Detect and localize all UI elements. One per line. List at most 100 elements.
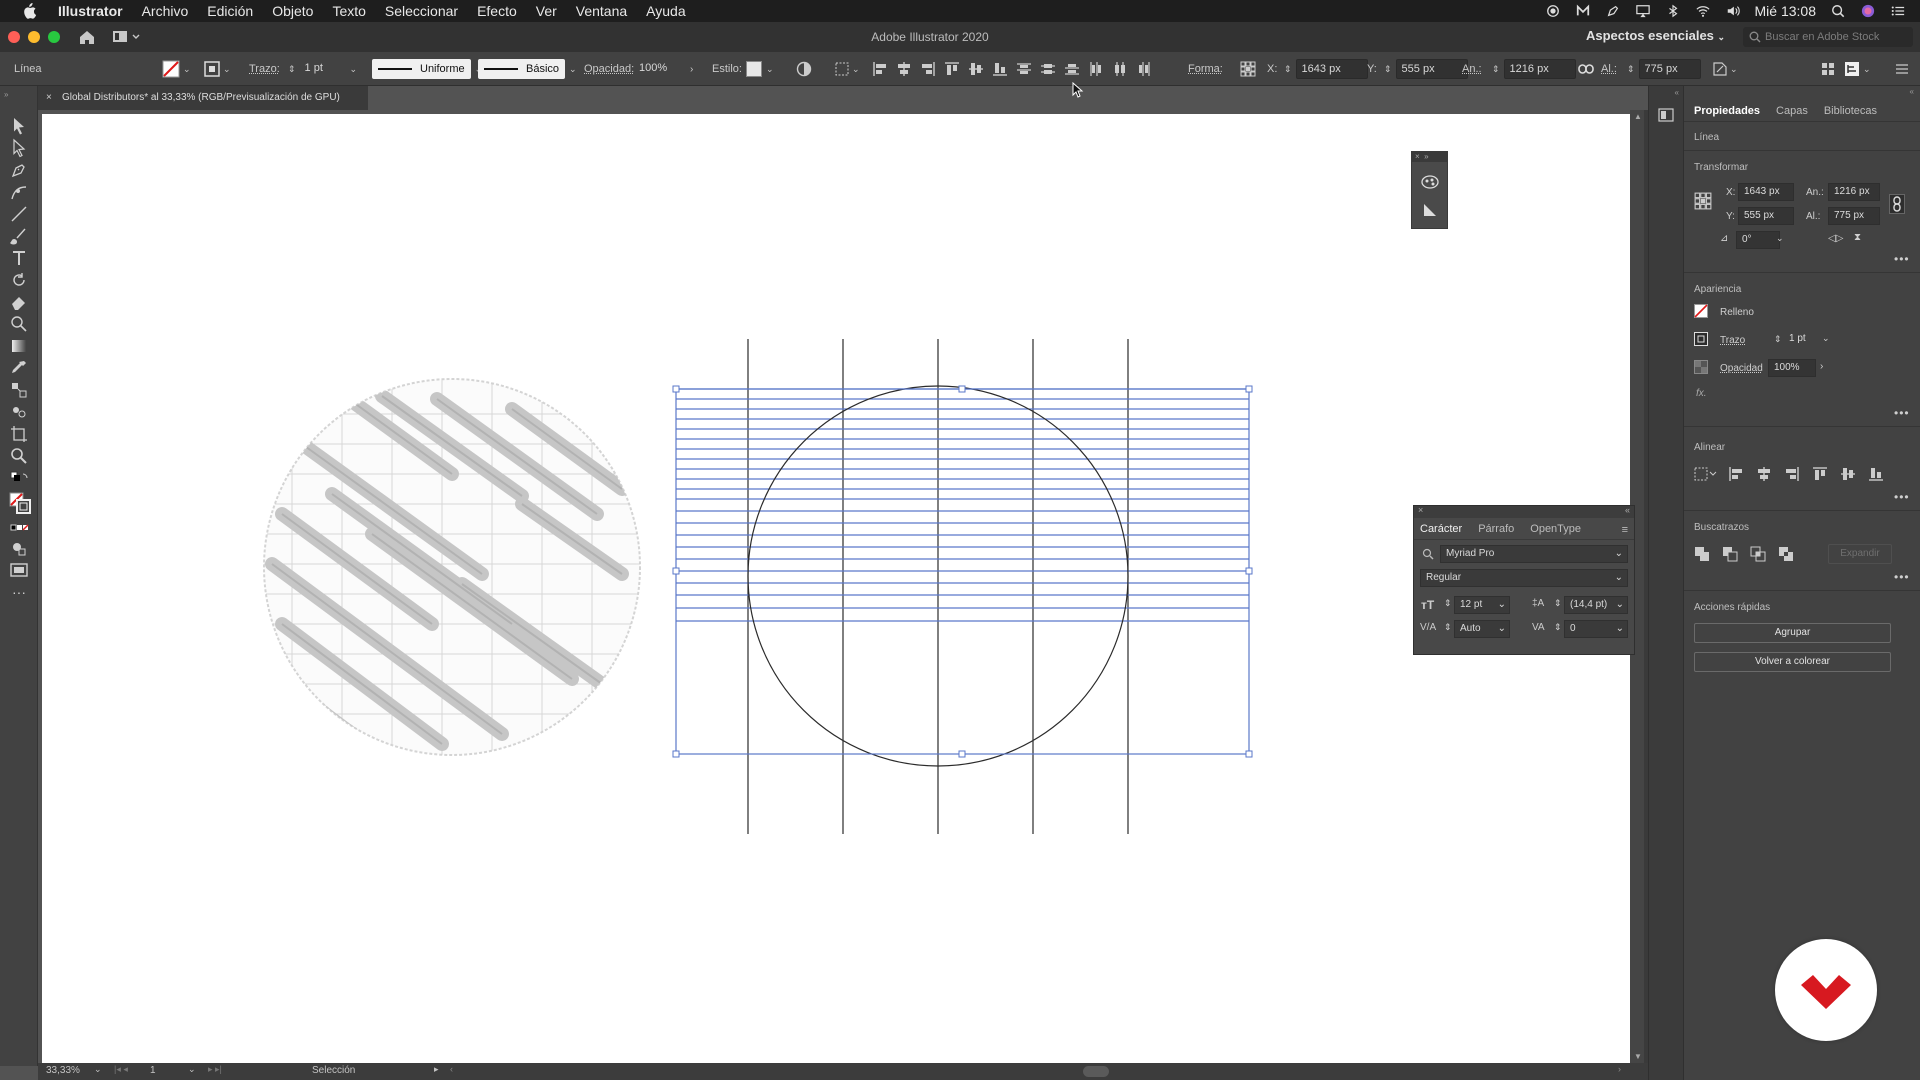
opacity-field[interactable]: 100% <box>634 59 690 79</box>
font-family-dropdown[interactable]: Myriad Pro ⌄ <box>1440 545 1628 563</box>
tab-opentype[interactable]: OpenType <box>1530 523 1581 535</box>
selection-tool[interactable] <box>9 116 29 136</box>
close-panel-icon[interactable]: × » <box>1412 152 1447 162</box>
spotlight-search-icon[interactable] <box>1830 4 1846 18</box>
chevron-down-icon[interactable]: ⌄ <box>569 64 577 75</box>
artboard-next-icon[interactable]: ▸ ▸| <box>208 1064 222 1075</box>
leading-field[interactable]: (14,4 pt) ⌄ <box>1564 596 1628 614</box>
stroke-label[interactable]: Trazo: <box>249 63 280 75</box>
stroke-weight-field[interactable]: 1 pt <box>1784 331 1824 349</box>
chevron-down-icon[interactable]: ⌄ <box>1863 64 1871 75</box>
menubar-clock[interactable]: Mié 13:08 <box>1755 3 1816 19</box>
stroke-swatch-icon[interactable] <box>1694 332 1708 346</box>
blend-tool[interactable] <box>9 380 29 400</box>
menu-ayuda[interactable]: Ayuda <box>646 3 685 19</box>
tracking-stepper-icon[interactable]: ⇕ <box>1554 622 1562 633</box>
menu-ventana[interactable]: Ventana <box>576 3 627 19</box>
artboard-tool[interactable] <box>9 424 29 444</box>
graphic-style-swatch[interactable] <box>746 61 762 77</box>
width-field[interactable]: 1216 px <box>1503 59 1576 79</box>
group-button[interactable]: Agrupar <box>1694 623 1891 643</box>
libraries-panel-icon[interactable] <box>1658 108 1674 122</box>
chevron-right-icon[interactable]: ▸ <box>434 1064 439 1075</box>
direct-selection-tool[interactable] <box>9 138 29 158</box>
tab-propiedades[interactable]: Propiedades <box>1694 105 1760 117</box>
height-field[interactable]: 775 px <box>1638 59 1701 79</box>
align-right-icon[interactable] <box>1784 466 1800 482</box>
horizontal-scroll-thumb[interactable] <box>1083 1066 1109 1077</box>
paintbrush-tool[interactable] <box>9 226 29 246</box>
tab-bibliotecas[interactable]: Bibliotecas <box>1824 105 1877 117</box>
pathfinder-minus-front-icon[interactable] <box>1722 546 1738 562</box>
menu-edicion[interactable]: Edición <box>207 3 253 19</box>
transform-options-icon[interactable] <box>1712 61 1728 77</box>
notification-center-icon[interactable] <box>1890 4 1906 18</box>
opacity-label[interactable]: Opacidad: <box>584 63 634 75</box>
align-right-icon[interactable] <box>920 61 936 77</box>
collapse-panel-icon[interactable]: « <box>1910 87 1914 96</box>
collapse-dock-icon[interactable]: « <box>1675 88 1679 97</box>
y-stepper-icon[interactable]: ⇕ <box>1384 64 1392 75</box>
constrain-proportions-link-icon[interactable] <box>1889 194 1905 214</box>
y-position-field[interactable]: 555 px <box>1395 59 1468 79</box>
scroll-up-icon[interactable]: ▲ <box>1634 112 1642 121</box>
chevron-down-icon[interactable]: ⌄ <box>350 64 358 75</box>
resize-handle-bottom-left[interactable] <box>672 750 680 758</box>
apple-icon[interactable] <box>18 3 40 19</box>
bluetooth-icon[interactable] <box>1665 4 1681 18</box>
chevron-down-icon[interactable]: ⌄ <box>94 1064 102 1075</box>
distribute-horizontal-center-icon[interactable] <box>1112 61 1128 77</box>
shape-builder-tool[interactable] <box>9 314 29 334</box>
select-similar-icon[interactable] <box>1844 61 1860 77</box>
document-tab[interactable]: × Global Distributors* al 33,33% (RGB/Pr… <box>38 86 368 110</box>
menu-ver[interactable]: Ver <box>536 3 557 19</box>
align-to-selection-icon[interactable] <box>1694 467 1718 481</box>
flip-vertical-icon[interactable]: ⧗ <box>1854 232 1861 243</box>
adobe-stock-search-input[interactable]: Buscar en Adobe Stock <box>1743 27 1913 47</box>
align-vertical-center-icon[interactable] <box>1840 466 1856 482</box>
chevron-down-icon[interactable]: ⌄ <box>1822 333 1830 344</box>
menu-app[interactable]: Illustrator <box>58 3 123 19</box>
collapse-panel-icon[interactable]: « <box>1625 505 1630 515</box>
align-left-icon[interactable] <box>1728 466 1744 482</box>
stroke-weight-field[interactable]: 1 pt <box>300 59 350 79</box>
y-position-field[interactable]: 555 px <box>1738 207 1794 225</box>
wifi-icon[interactable] <box>1695 4 1711 18</box>
constrain-proportions-link-icon[interactable] <box>1578 61 1594 77</box>
flip-horizontal-icon[interactable]: ◁▷ <box>1828 233 1843 244</box>
artwork-canvas[interactable] <box>42 114 1630 1063</box>
brush-definition-dropdown[interactable]: Básico <box>478 59 566 79</box>
x-position-field[interactable]: 1643 px <box>1295 59 1368 79</box>
transparency-panel-icon[interactable] <box>1422 202 1438 218</box>
screen-mode-icon[interactable] <box>9 560 29 580</box>
resize-handle-left[interactable] <box>672 567 680 575</box>
opacity-field[interactable]: 100% <box>1768 359 1816 377</box>
height-field[interactable]: 775 px <box>1828 207 1880 225</box>
align-vertical-center-icon[interactable] <box>968 61 984 77</box>
fill-stroke-swatches[interactable] <box>9 492 31 514</box>
more-options-icon[interactable]: ••• <box>1894 406 1910 420</box>
variable-width-profile-dropdown[interactable]: Uniforme <box>372 59 471 79</box>
effects-fx-button[interactable]: fx. <box>1696 388 1707 399</box>
volume-icon[interactable] <box>1725 4 1741 18</box>
siri-icon[interactable] <box>1860 4 1876 18</box>
font-size-stepper-icon[interactable]: ⇕ <box>1444 598 1452 609</box>
default-fill-stroke-icon[interactable] <box>9 470 29 490</box>
align-horizontal-center-icon[interactable] <box>1756 466 1772 482</box>
font-size-field[interactable]: 12 pt ⌄ <box>1454 596 1510 614</box>
align-left-icon[interactable] <box>872 61 888 77</box>
menu-objeto[interactable]: Objeto <box>272 3 313 19</box>
gradient-tool[interactable] <box>9 336 29 356</box>
width-stepper-icon[interactable]: ⇕ <box>1492 64 1500 75</box>
scroll-right-icon[interactable]: › <box>1618 1064 1621 1074</box>
distribute-left-icon[interactable] <box>1088 61 1104 77</box>
m-logo-icon[interactable] <box>1575 4 1591 18</box>
artboard-navigation-icon[interactable]: |◂ ◂ <box>114 1064 128 1075</box>
color-modes-icon[interactable] <box>9 518 29 538</box>
x-position-field[interactable]: 1643 px <box>1738 183 1794 201</box>
shape-label[interactable]: Forma: <box>1188 63 1223 75</box>
chevron-down-icon[interactable]: ⌄ <box>223 64 231 75</box>
resize-handle-right[interactable] <box>1245 567 1253 575</box>
stroke-swatch-icon[interactable] <box>204 61 220 77</box>
height-stepper-icon[interactable]: ⇕ <box>1627 64 1635 75</box>
